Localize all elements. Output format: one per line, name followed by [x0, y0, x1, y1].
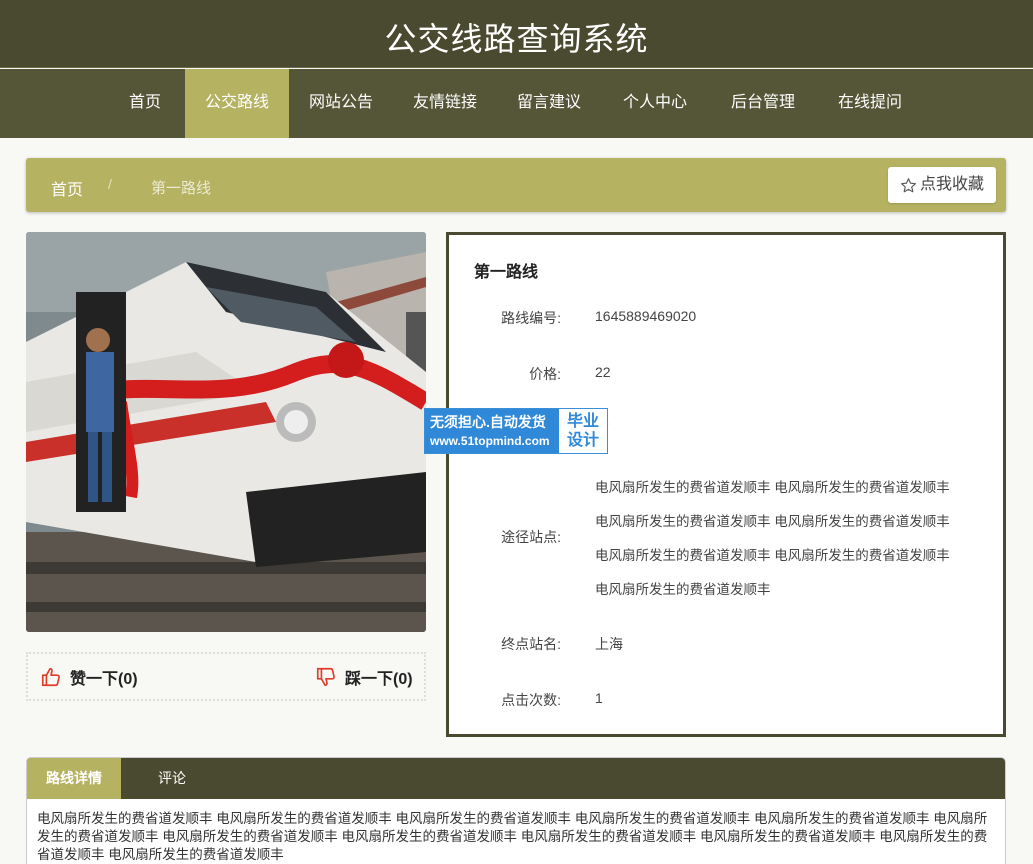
- breadcrumb-current: 第一路线: [151, 180, 212, 197]
- route-photo: [26, 232, 426, 632]
- thumbs-down-icon: [316, 667, 335, 686]
- nav-item-links[interactable]: 友情链接: [397, 69, 493, 138]
- watermark-badge-line: 毕业: [566, 413, 599, 430]
- site-title: 公交线路查询系统: [384, 21, 649, 57]
- terminal-station-value: 上海: [595, 636, 623, 652]
- watermark-badge-text: 毕业 设计: [559, 409, 607, 453]
- thumbs-up-icon: [41, 667, 60, 686]
- click-count-label: 点击次数:: [501, 692, 561, 708]
- train-photo-illustration: [26, 232, 426, 632]
- breadcrumb: 首页 / 第一路线 点我收藏: [26, 158, 1006, 212]
- star-outline-icon: [901, 177, 916, 192]
- route-name: 第一路线: [474, 264, 539, 281]
- watermark-badge-line: 设计: [566, 432, 599, 449]
- nav-item-announcements[interactable]: 网站公告: [293, 69, 389, 138]
- route-number-value: 1645889469020: [595, 308, 697, 324]
- watermark-left: 无须担心.自动发货 www.51topmind.com: [425, 409, 559, 453]
- price-label: 价格:: [529, 366, 561, 382]
- vote-bar: 赞一下(0) 踩一下(0): [26, 652, 426, 701]
- breadcrumb-separator: /: [108, 176, 112, 192]
- site-header: 公交线路查询系统: [0, 0, 1033, 68]
- like-button[interactable]: 赞一下(0): [40, 654, 138, 699]
- like-label: 赞一下(0): [70, 670, 138, 688]
- stops-line: 电风扇所发生的费省道发顺丰: [595, 582, 771, 597]
- watermark-badge: 无须担心.自动发货 www.51topmind.com 毕业 设计: [424, 408, 608, 454]
- nav-item-bus-routes[interactable]: 公交路线: [185, 69, 289, 138]
- nav-item-ask[interactable]: 在线提问: [822, 69, 918, 138]
- tab-comments[interactable]: 评论: [137, 758, 207, 799]
- stops-line: 电风扇所发生的费省道发顺丰 电风扇所发生的费省道发顺丰: [595, 548, 950, 563]
- route-detail-panel: 路线详情 评论 电风扇所发生的费省道发顺丰 电风扇所发生的费省道发顺丰 电风扇所…: [26, 757, 1006, 864]
- route-number-label: 路线编号:: [501, 310, 561, 326]
- nav-item-home[interactable]: 首页: [112, 69, 178, 138]
- nav-item-profile[interactable]: 个人中心: [607, 69, 703, 138]
- route-detail-content: 电风扇所发生的费省道发顺丰 电风扇所发生的费省道发顺丰 电风扇所发生的费省道发顺…: [37, 811, 988, 862]
- dislike-label: 踩一下(0): [345, 670, 413, 688]
- nav-item-admin[interactable]: 后台管理: [715, 69, 811, 138]
- stops-line: 电风扇所发生的费省道发顺丰 电风扇所发生的费省道发顺丰: [595, 514, 950, 529]
- dislike-button[interactable]: 踩一下(0): [315, 654, 413, 699]
- stops-label: 途径站点:: [501, 529, 561, 545]
- click-count-value: 1: [595, 690, 603, 706]
- main-nav: 首页 公交路线 网站公告 友情链接 留言建议 个人中心 后台管理 在线提问: [0, 69, 1033, 138]
- breadcrumb-home-link[interactable]: 首页: [51, 176, 83, 200]
- tab-route-detail[interactable]: 路线详情: [27, 758, 121, 799]
- watermark-text: 无须担心.自动发货: [430, 414, 546, 430]
- favorite-button-label: 点我收藏: [919, 176, 984, 193]
- detail-tabs: 路线详情 评论: [27, 758, 1005, 799]
- terminal-station-label: 终点站名:: [501, 636, 561, 652]
- price-value: 22: [595, 364, 611, 380]
- favorite-button[interactable]: 点我收藏: [887, 167, 996, 203]
- route-info-panel: 第一路线 路线编号: 1645889469020 价格: 22 京 途径站点: …: [446, 232, 1006, 737]
- watermark-url: www.51topmind.com: [430, 434, 550, 448]
- nav-item-feedback[interactable]: 留言建议: [501, 69, 597, 138]
- stops-line: 电风扇所发生的费省道发顺丰 电风扇所发生的费省道发顺丰: [595, 480, 950, 495]
